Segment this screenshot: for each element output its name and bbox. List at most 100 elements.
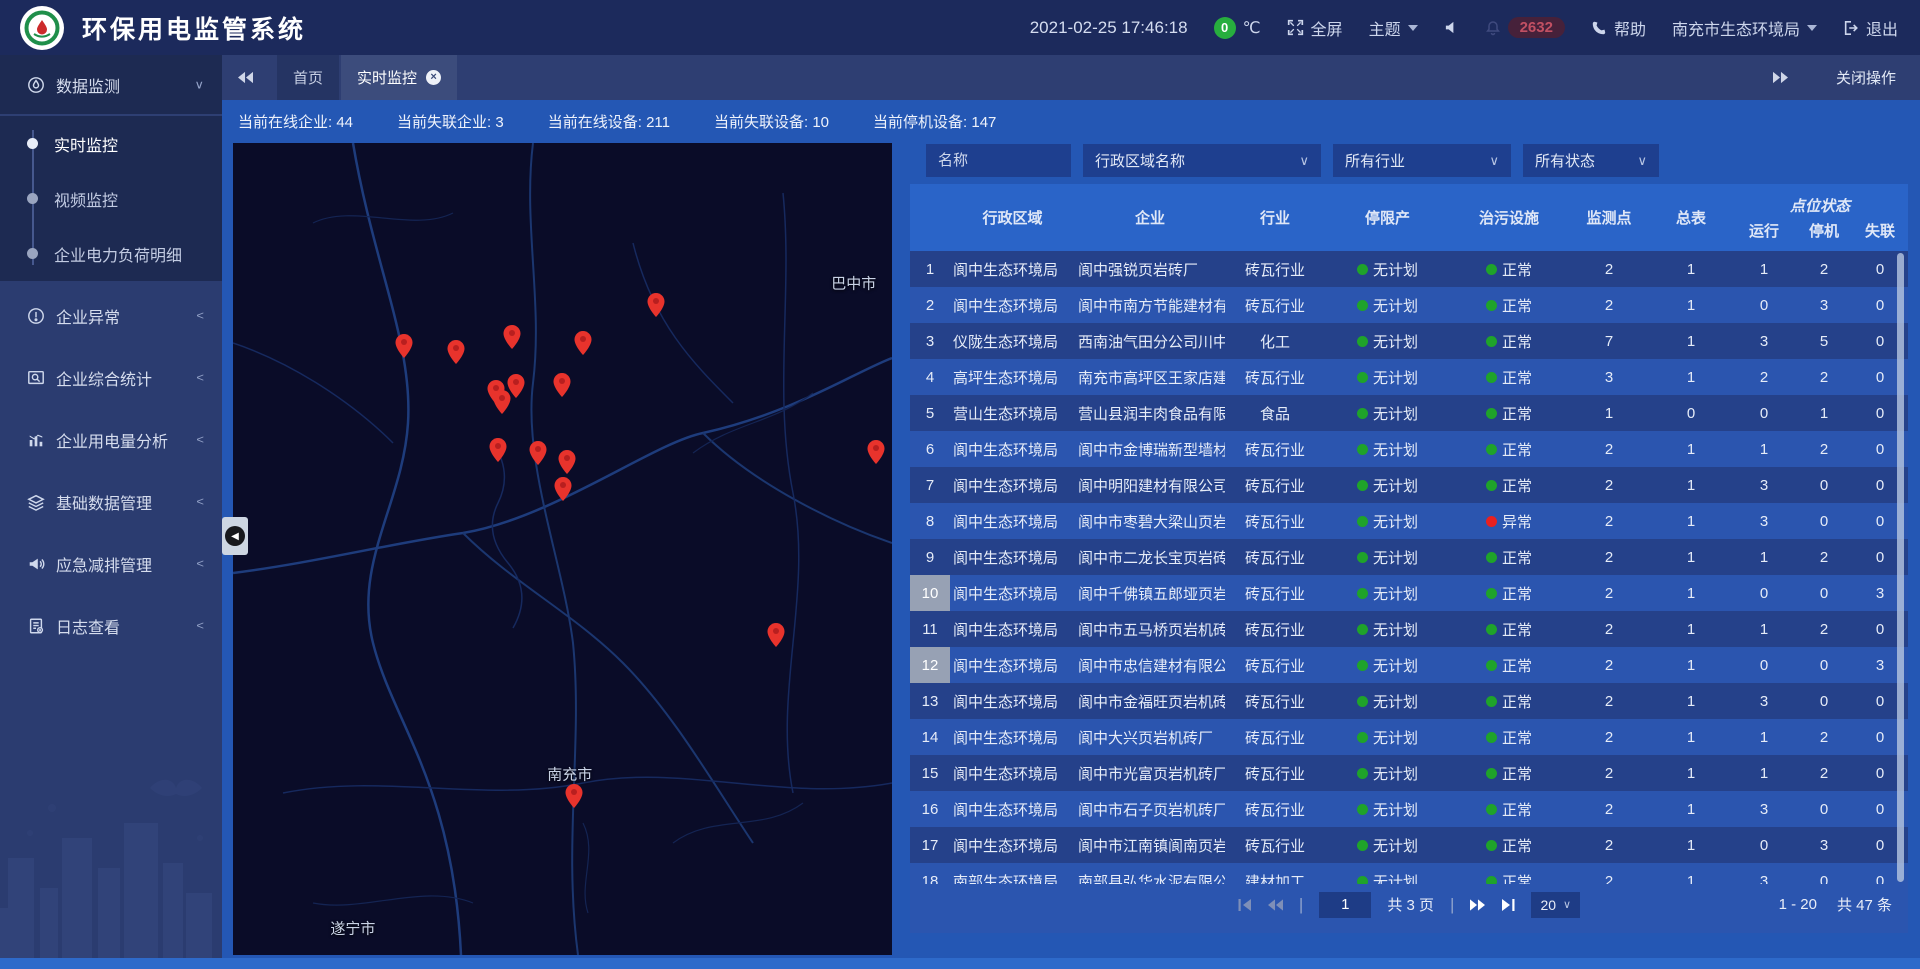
map-marker-pin[interactable]: [447, 340, 464, 364]
cell-region: 阆中生态环境局: [950, 719, 1075, 755]
tab-item[interactable]: 实时监控 ×: [341, 55, 457, 100]
sidebar-item[interactable]: 日志查看<: [0, 598, 222, 653]
prev-page-button[interactable]: [1268, 899, 1283, 911]
voice-button[interactable]: [1444, 20, 1459, 35]
table-row[interactable]: 12阆中生态环境局阆中市忠信建材有限公砖瓦行业无计划正常21003: [910, 647, 1908, 683]
chevron-left-icon: <: [196, 557, 204, 571]
fullscreen-button[interactable]: 全屏: [1287, 16, 1343, 40]
sidebar-subitem[interactable]: 实时监控: [0, 116, 222, 171]
cell-region: 阆中生态环境局: [950, 467, 1075, 503]
status-dot: [1486, 264, 1497, 275]
map-marker-pin[interactable]: [559, 450, 576, 474]
sidebar-subitem[interactable]: 视频监控: [0, 171, 222, 226]
page-size-select[interactable]: 20 ∨: [1531, 892, 1580, 918]
tab-item[interactable]: 首页: [277, 55, 339, 100]
status-dot: [1357, 552, 1368, 563]
sidebar-item[interactable]: 企业用电量分析<: [0, 412, 222, 467]
cell-stop: 2: [1796, 755, 1852, 791]
table-row[interactable]: 4高坪生态环境局南充市高坪区王家店建砖瓦行业无计划正常31220: [910, 359, 1908, 395]
row-num: 12: [910, 647, 950, 683]
table-row[interactable]: 6阆中生态环境局阆中市金博瑞新型墙材砖瓦行业无计划正常21120: [910, 431, 1908, 467]
cell-company: 营山县润丰肉食品有限: [1075, 395, 1225, 431]
table-row[interactable]: 8阆中生态环境局阆中市枣碧大梁山页岩砖瓦行业无计划异常21300: [910, 503, 1908, 539]
tab-label: 实时监控: [357, 67, 417, 88]
map-marker-pin[interactable]: [648, 293, 665, 317]
close-operations-button[interactable]: 关闭操作: [1836, 67, 1896, 88]
help-button[interactable]: 帮助: [1591, 16, 1646, 40]
cell-run: 2: [1732, 359, 1796, 395]
theme-menu[interactable]: 主题: [1369, 16, 1418, 40]
sidebar-item[interactable]: 应急减排管理<: [0, 536, 222, 591]
table-row[interactable]: 13阆中生态环境局阆中市金福旺页岩机砖砖瓦行业无计划正常21300: [910, 683, 1908, 719]
table-scrollbar[interactable]: [1897, 253, 1904, 882]
table-header: 行政区域 企业 行业 停限产 治污设施 监测点 总表 点位状态 运行 停机 失联: [910, 184, 1908, 251]
tabs-scroll-right-icon[interactable]: [1763, 71, 1798, 84]
first-page-button[interactable]: [1238, 899, 1252, 911]
stat-item: 当前失联企业: 3: [397, 111, 504, 132]
logout-label: 退出: [1866, 16, 1898, 40]
stat-value: 3: [495, 114, 503, 131]
table-row[interactable]: 2阆中生态环境局阆中市南方节能建材有砖瓦行业无计划正常21030: [910, 287, 1908, 323]
page-number-input[interactable]: [1319, 892, 1371, 918]
status-dot: [1486, 588, 1497, 599]
sidebar-subitem[interactable]: 企业电力负荷明细: [0, 226, 222, 281]
map-marker-pin[interactable]: [489, 438, 506, 462]
map-marker-pin[interactable]: [553, 373, 570, 397]
notifications-widget[interactable]: 2632: [1485, 17, 1565, 38]
sidebar-item[interactable]: 基础数据管理<: [0, 474, 222, 529]
map-marker-pin[interactable]: [503, 325, 520, 349]
table-row[interactable]: 11阆中生态环境局阆中市五马桥页岩机砖砖瓦行业无计划正常21120: [910, 611, 1908, 647]
cell-stop: 2: [1796, 611, 1852, 647]
stat-label: 当前失联企业:: [397, 114, 491, 131]
map-marker-pin[interactable]: [493, 390, 510, 414]
region-filter-value: 行政区域名称: [1095, 150, 1185, 171]
map-marker-pin[interactable]: [768, 623, 785, 647]
table-row[interactable]: 14阆中生态环境局阆中大兴页岩机砖厂砖瓦行业无计划正常21120: [910, 719, 1908, 755]
status-dot: [1357, 732, 1368, 743]
stat-value: 147: [971, 114, 996, 131]
table-row[interactable]: 16阆中生态环境局阆中市石子页岩机砖厂砖瓦行业无计划正常21300: [910, 791, 1908, 827]
cell-industry: 砖瓦行业: [1225, 503, 1325, 539]
row-num: 6: [910, 431, 950, 467]
org-menu[interactable]: 南充市生态环境局: [1672, 16, 1817, 40]
map-marker-pin[interactable]: [574, 331, 591, 355]
map-marker-pin[interactable]: [867, 440, 884, 464]
last-page-button[interactable]: [1501, 899, 1515, 911]
map-marker-pin[interactable]: [396, 334, 413, 358]
table-row[interactable]: 18南部生态环境局南部县弘华水泥有限公建材加工无计划正常21300: [910, 863, 1908, 884]
table-row[interactable]: 17阆中生态环境局阆中市江南镇阆南页岩砖瓦行业无计划正常21030: [910, 827, 1908, 863]
map-panel[interactable]: 巴中市南充市遂宁市: [233, 143, 892, 955]
map-marker-pin[interactable]: [555, 477, 572, 501]
sidebar-item[interactable]: 企业异常<: [0, 288, 222, 343]
tab-close-icon[interactable]: ×: [426, 70, 441, 85]
status-dot: [1357, 876, 1368, 885]
sidebar-item[interactable]: 企业综合统计<: [0, 350, 222, 405]
map-collapse-handle[interactable]: ◀: [222, 517, 248, 555]
map-marker-pin[interactable]: [565, 784, 582, 808]
cell-run: 0: [1732, 287, 1796, 323]
cell-company: 南部县弘华水泥有限公: [1075, 863, 1225, 884]
sidebar-decoration-cityscape: [0, 768, 222, 958]
status-filter-select[interactable]: 所有状态 ∨: [1523, 144, 1659, 177]
table-row[interactable]: 10阆中生态环境局阆中千佛镇五郎垭页岩砖瓦行业无计划正常21003: [910, 575, 1908, 611]
cell-run: 1: [1732, 431, 1796, 467]
industry-filter-select[interactable]: 所有行业 ∨: [1333, 144, 1511, 177]
fullscreen-label: 全屏: [1311, 16, 1343, 40]
map-marker-pin[interactable]: [530, 441, 547, 465]
tabs-scroll-left-icon[interactable]: [228, 55, 263, 100]
table-row[interactable]: 3仪陇生态环境局西南油气田分公司川中化工无计划正常71350: [910, 323, 1908, 359]
name-filter-input[interactable]: [926, 144, 1071, 177]
next-page-button[interactable]: [1470, 899, 1485, 911]
table-row[interactable]: 1阆中生态环境局阆中强锐页岩砖厂砖瓦行业无计划正常21120: [910, 251, 1908, 287]
cell-production: 无计划: [1325, 287, 1450, 323]
cell-run: 3: [1732, 683, 1796, 719]
table-row[interactable]: 9阆中生态环境局阆中市二龙长宝页岩砖砖瓦行业无计划正常21120: [910, 539, 1908, 575]
sidebar-item[interactable]: 数据监测∨: [0, 55, 222, 116]
table-row[interactable]: 5营山生态环境局营山县润丰肉食品有限食品无计划正常10010: [910, 395, 1908, 431]
cell-region: 阆中生态环境局: [950, 575, 1075, 611]
table-row[interactable]: 7阆中生态环境局阆中明阳建材有限公司砖瓦行业无计划正常21300: [910, 467, 1908, 503]
cell-industry: 砖瓦行业: [1225, 683, 1325, 719]
table-row[interactable]: 15阆中生态环境局阆中市光富页岩机砖厂砖瓦行业无计划正常21120: [910, 755, 1908, 791]
logout-button[interactable]: 退出: [1843, 16, 1898, 40]
region-filter-select[interactable]: 行政区域名称 ∨: [1083, 144, 1321, 177]
